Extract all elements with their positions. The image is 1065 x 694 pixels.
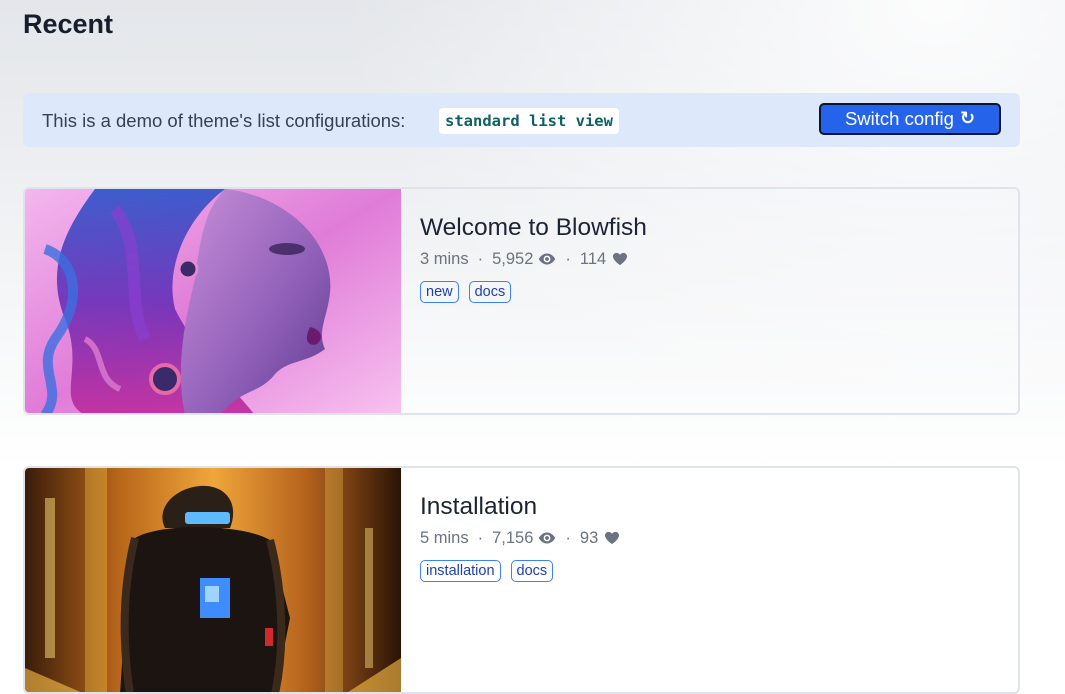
refresh-icon: ↻: [959, 108, 976, 129]
article-thumbnail: [25, 468, 401, 692]
page-title: Recent: [23, 9, 114, 39]
heart-icon: [613, 252, 628, 266]
config-name-code: standard list view: [439, 108, 619, 134]
meta-separator: ·: [477, 529, 484, 547]
reading-time: 5 mins: [420, 529, 469, 547]
heart-icon: [605, 531, 620, 545]
article-card-installation[interactable]: Installation 5 mins · 7,156 · 93 install…: [23, 466, 1020, 694]
article-body: Installation 5 mins · 7,156 · 93 install…: [419, 468, 1018, 692]
article-thumbnail: [25, 189, 401, 413]
eye-icon: [539, 253, 556, 265]
article-body: Welcome to Blowfish 3 mins · 5,952 · 114…: [419, 189, 1018, 413]
reading-time: 3 mins: [420, 250, 469, 268]
fantasy-woman-portrait-image: [25, 189, 401, 413]
view-count: 5,952: [492, 250, 534, 268]
article-meta: 3 mins · 5,952 · 114: [420, 248, 629, 270]
article-tags: new docs: [420, 281, 512, 303]
tag-installation[interactable]: installation: [420, 560, 501, 582]
demo-config-banner: This is a demo of theme's list configura…: [23, 93, 1020, 147]
meta-separator: ·: [565, 529, 571, 547]
banner-text: This is a demo of theme's list configura…: [42, 110, 406, 131]
article-title[interactable]: Welcome to Blowfish: [420, 213, 647, 243]
article-card-welcome[interactable]: Welcome to Blowfish 3 mins · 5,952 · 114…: [23, 187, 1020, 415]
article-meta: 5 mins · 7,156 · 93: [420, 527, 621, 549]
cyberpunk-figure-image: [25, 468, 401, 692]
eye-icon: [539, 532, 556, 544]
meta-separator: ·: [477, 250, 484, 268]
view-count: 7,156: [492, 529, 534, 547]
tag-docs[interactable]: docs: [510, 560, 554, 582]
article-tags: installation docs: [420, 560, 554, 582]
like-count: 114: [579, 250, 607, 268]
like-count: 93: [579, 529, 599, 547]
switch-config-button[interactable]: Switch config ↻: [819, 103, 1001, 135]
tag-docs[interactable]: docs: [468, 281, 512, 303]
switch-config-label: Switch config: [844, 108, 954, 129]
meta-separator: ·: [565, 250, 571, 268]
tag-new[interactable]: new: [420, 281, 459, 303]
article-title[interactable]: Installation: [420, 492, 537, 522]
